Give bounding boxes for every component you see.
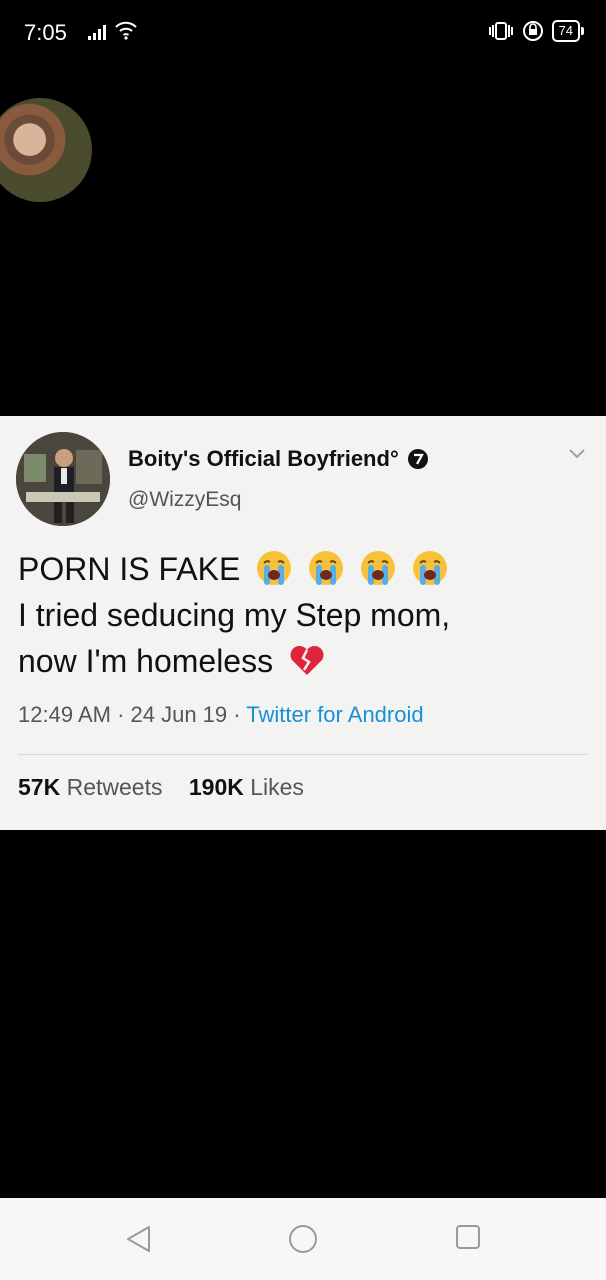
tweet-display-name[interactable]: Boity's Official Boyfriend° (128, 446, 428, 472)
likes-count: 190K (188, 774, 244, 800)
tweet-handle[interactable]: @WizzyEsq (128, 488, 242, 512)
wifi-icon (115, 21, 137, 40)
status-right: 74 (488, 20, 585, 42)
tweet-line-1-text: PORN IS FAKE (18, 551, 241, 587)
tweet-timestamp: 12:49 AM · 24 Jun 19 · (18, 702, 247, 727)
tweet-source-link[interactable]: Twitter for Android (246, 702, 423, 727)
tweet-meta: 12:49 AM · 24 Jun 19 · Twitter for Andro… (18, 702, 424, 728)
tweet-card: Boity's Official Boyfriend° @WizzyEsq PO… (0, 416, 606, 830)
crying-face-icon (309, 551, 344, 585)
back-icon[interactable] (124, 1224, 154, 1254)
tweet-line-2: I tried seducing my Step mom, (18, 597, 451, 633)
tweet-line-3: now I'm homeless (18, 638, 588, 684)
seven-badge-icon (407, 449, 428, 469)
data-saver-icon (522, 21, 543, 41)
home-icon[interactable] (287, 1224, 319, 1256)
tweet-text: PORN IS FAKE I tried seducing my Step mo… (18, 546, 588, 684)
broken-heart-icon (290, 645, 324, 675)
crying-face-icon (413, 551, 448, 585)
tweet-line-1: PORN IS FAKE (18, 546, 588, 592)
tweet-line-3-text: now I'm homeless (18, 643, 274, 679)
retweets-stat[interactable]: 57K Retweets (18, 774, 162, 800)
status-bar: 7:05 74 (0, 0, 606, 62)
display-name-text: Boity's Official Boyfriend (128, 446, 390, 471)
tweet-stats: 57K Retweets 190K Likes (18, 774, 304, 801)
retweets-label: Retweets (66, 774, 163, 800)
battery-indicator: 74 (551, 20, 585, 42)
recents-icon[interactable] (455, 1224, 483, 1252)
crying-face-icon (361, 551, 396, 585)
navigation-bar (0, 1198, 606, 1280)
sender-avatar[interactable] (0, 98, 92, 202)
status-time: 7:05 (24, 20, 67, 45)
chevron-down-icon[interactable] (568, 448, 586, 460)
avatar-photo (16, 432, 110, 526)
vibrate-icon (488, 22, 513, 40)
divider (18, 754, 588, 755)
likes-label: Likes (250, 774, 304, 800)
crying-face-icon (257, 551, 292, 585)
retweets-count: 57K (18, 774, 61, 800)
display-name-suffix: ° (389, 446, 399, 471)
likes-stat[interactable]: 190K Likes (189, 774, 304, 800)
tweet-author-avatar[interactable] (16, 432, 110, 526)
signal-icon (88, 25, 106, 40)
